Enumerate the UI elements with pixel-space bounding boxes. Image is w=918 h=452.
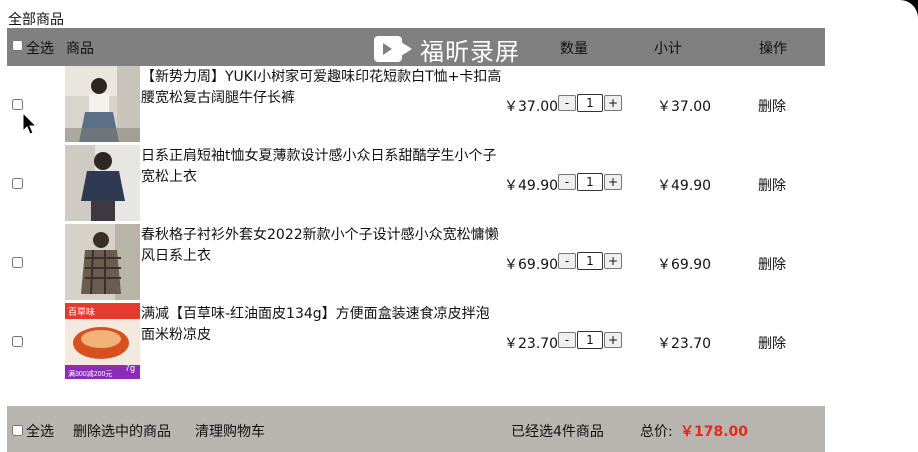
cart-row: 百草味 满300减200元 7g 满减【百草味-红油面皮134g】方便面盒装速食… xyxy=(7,303,825,382)
select-all-label-header: 全选 xyxy=(26,41,54,57)
unit-price: ￥49.90 xyxy=(504,178,559,194)
product-thumbnail xyxy=(65,224,140,300)
mouse-cursor-icon xyxy=(22,112,38,135)
select-all-checkbox-footer[interactable] xyxy=(12,425,23,436)
item-checkbox[interactable] xyxy=(12,336,23,347)
item-checkbox[interactable] xyxy=(12,178,23,189)
cart-row: 【新势力周】YUKI小树家可爱趣味印花短款白T恤+卡扣高腰宽松复古阔腿牛仔长裤 … xyxy=(7,66,825,145)
delete-item-link[interactable]: 删除 xyxy=(758,96,786,116)
screen-recorder-watermark: 福昕录屏 xyxy=(374,32,520,66)
item-checkbox[interactable] xyxy=(12,257,23,268)
selected-count: 已经选4件商品 xyxy=(511,424,604,440)
column-header-subtotal: 小计 xyxy=(654,41,682,57)
column-header-quantity: 数量 xyxy=(560,41,588,57)
unit-price: ￥23.70 xyxy=(504,336,559,352)
video-camera-icon xyxy=(374,32,416,66)
column-header-product: 商品 xyxy=(66,41,94,57)
item-subtotal: ￥23.70 xyxy=(657,336,712,352)
decrease-quantity-button[interactable]: - xyxy=(558,95,576,111)
watermark-text: 福昕录屏 xyxy=(420,37,520,66)
increase-quantity-button[interactable]: + xyxy=(604,253,622,269)
item-subtotal: ￥49.90 xyxy=(657,178,712,194)
product-name[interactable]: 春秋格子衬衫外套女2022新款小个子设计感小众宽松慵懒风日系上衣 xyxy=(141,225,503,267)
quantity-field[interactable]: 1 xyxy=(577,331,603,349)
select-all-checkbox-header[interactable] xyxy=(12,40,23,51)
total-price: ￥178.00 xyxy=(680,424,749,440)
cart-row: 春秋格子衬衫外套女2022新款小个子设计感小众宽松慵懒风日系上衣 ￥69.90 … xyxy=(7,224,825,303)
increase-quantity-button[interactable]: + xyxy=(604,332,622,348)
delete-item-link[interactable]: 删除 xyxy=(758,333,786,353)
delete-selected-link[interactable]: 删除选中的商品 xyxy=(73,421,171,441)
product-thumbnail: 百草味 满300减200元 7g xyxy=(65,303,140,379)
quantity-stepper: - 1 + xyxy=(558,331,622,349)
item-subtotal: ￥37.00 xyxy=(657,99,712,115)
thumb-brand-text: 百草味 xyxy=(68,306,95,317)
decrease-quantity-button[interactable]: - xyxy=(558,253,576,269)
total-label: 总价: xyxy=(640,424,673,440)
product-thumbnail xyxy=(65,145,140,221)
unit-price: ￥69.90 xyxy=(504,257,559,273)
quantity-stepper: - 1 + xyxy=(558,173,622,191)
unit-price: ￥37.00 xyxy=(504,99,559,115)
product-name[interactable]: 满减【百草味-红油面皮134g】方便面盒装速食凉皮拌泡面米粉凉皮 xyxy=(141,304,503,346)
cart-row: 日系正肩短袖t恤女夏薄款设计感小众日系甜酷学生小个子宽松上衣 ￥49.90 - … xyxy=(7,145,825,224)
quantity-field[interactable]: 1 xyxy=(577,252,603,270)
delete-item-link[interactable]: 删除 xyxy=(758,254,786,274)
thumb-badge-text: 7g xyxy=(125,363,135,373)
thumb-promo-text: 满300减200元 xyxy=(68,369,112,378)
decrease-quantity-button[interactable]: - xyxy=(558,332,576,348)
quantity-field[interactable]: 1 xyxy=(577,94,603,112)
page-title: 全部商品 xyxy=(8,12,64,28)
quantity-field[interactable]: 1 xyxy=(577,173,603,191)
product-thumbnail xyxy=(65,66,140,142)
increase-quantity-button[interactable]: + xyxy=(604,174,622,190)
clear-cart-link[interactable]: 清理购物车 xyxy=(195,421,265,441)
delete-item-link[interactable]: 删除 xyxy=(758,175,786,195)
product-name[interactable]: 【新势力周】YUKI小树家可爱趣味印花短款白T恤+卡扣高腰宽松复古阔腿牛仔长裤 xyxy=(141,67,503,109)
item-checkbox[interactable] xyxy=(12,99,23,110)
cart-page: 全部商品 全选 商品 数量 小计 操作 福昕录屏 【新势力周】YUKI小树家可爱… xyxy=(0,0,918,452)
quantity-stepper: - 1 + xyxy=(558,252,622,270)
cart-footer: 全选 删除选中的商品 清理购物车 已经选4件商品 总价: ￥178.00 xyxy=(7,406,825,452)
increase-quantity-button[interactable]: + xyxy=(604,95,622,111)
item-subtotal: ￥69.90 xyxy=(657,257,712,273)
quantity-stepper: - 1 + xyxy=(558,94,622,112)
decrease-quantity-button[interactable]: - xyxy=(558,174,576,190)
select-all-label-footer: 全选 xyxy=(26,424,54,440)
product-name[interactable]: 日系正肩短袖t恤女夏薄款设计感小众日系甜酷学生小个子宽松上衣 xyxy=(141,146,503,188)
column-header-action: 操作 xyxy=(759,41,787,57)
